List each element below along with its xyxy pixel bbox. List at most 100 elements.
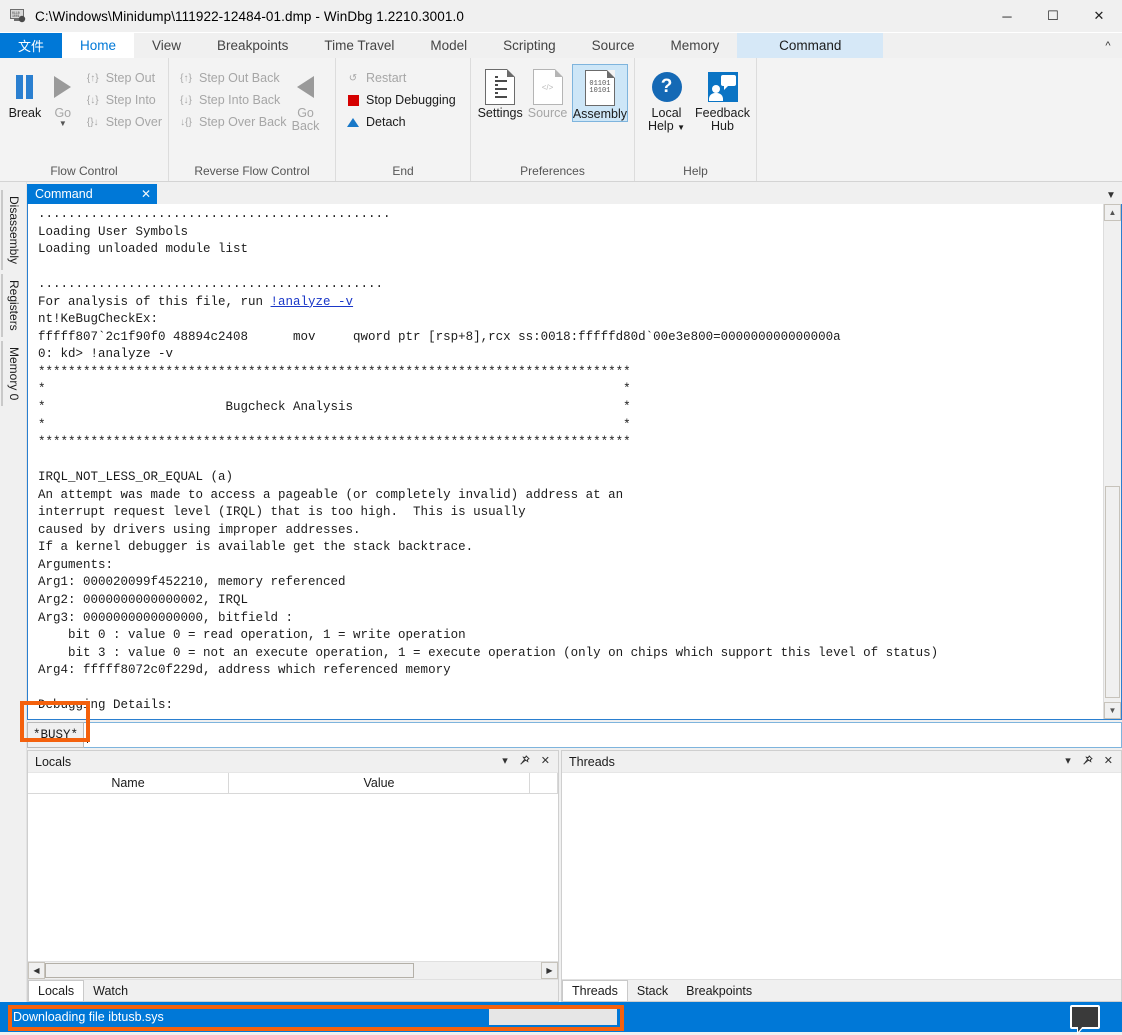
- ribbon-tab-breakpoints[interactable]: Breakpoints: [199, 33, 306, 58]
- threads-rows[interactable]: [562, 773, 1121, 979]
- ribbon-group-preferences: Settings </> Source 0110110101 Assembly …: [470, 58, 634, 181]
- locals-horizontal-scrollbar[interactable]: ◀ ▶: [28, 961, 558, 979]
- ribbon-tab-scripting[interactable]: Scripting: [485, 33, 574, 58]
- scrollbar-track[interactable]: [1104, 221, 1121, 702]
- close-icon[interactable]: ✕: [1104, 756, 1113, 767]
- locals-hscroll-track[interactable]: [45, 962, 541, 979]
- pin-icon[interactable]: [1082, 755, 1093, 769]
- step-out-button[interactable]: {↑} Step Out: [82, 67, 162, 89]
- ribbon-tab-strip: 文件 Home View Breakpoints Time Travel Mod…: [0, 33, 1122, 58]
- locals-rows[interactable]: [28, 794, 558, 961]
- break-button[interactable]: Break: [6, 64, 44, 120]
- go-back-button[interactable]: Go Back: [287, 64, 325, 133]
- maximize-button[interactable]: ☐: [1030, 0, 1076, 32]
- local-help-label: Local Help ▼: [642, 107, 692, 134]
- step-over-button[interactable]: {}↓ Step Over: [82, 111, 162, 133]
- tab-threads[interactable]: Threads: [562, 980, 628, 1001]
- restart-button[interactable]: ↺ Restart: [342, 67, 456, 89]
- stop-square-icon: [342, 95, 364, 106]
- minimize-button[interactable]: ─: [984, 0, 1030, 32]
- step-over-back-label: Step Over Back: [197, 115, 287, 129]
- download-progress-bar: [489, 1009, 617, 1025]
- step-out-back-button[interactable]: {↑} Step Out Back: [175, 67, 287, 89]
- tab-command[interactable]: Command ✕: [27, 184, 157, 204]
- sidebar-item-disassembly[interactable]: Disassembly: [1, 190, 25, 270]
- locals-dock-header: Locals ▾ ✕: [28, 751, 558, 773]
- source-button[interactable]: </> Source: [525, 64, 570, 120]
- local-help-button[interactable]: ? Local Help ▼: [642, 64, 692, 134]
- step-over-back-button[interactable]: ↓{} Step Over Back: [175, 111, 287, 133]
- chevron-down-icon[interactable]: ▼: [677, 123, 685, 132]
- settings-button[interactable]: Settings: [477, 64, 523, 120]
- ribbon-body: Break Go ▼ {↑} Step Out {↓} Step Into: [0, 58, 1122, 182]
- ribbon-tab-command[interactable]: Command: [737, 33, 883, 58]
- tab-stack[interactable]: Stack: [628, 980, 677, 1001]
- ribbon-tab-file[interactable]: 文件: [0, 33, 62, 58]
- command-output[interactable]: ........................................…: [28, 204, 1103, 719]
- ribbon-tab-time-travel[interactable]: Time Travel: [306, 33, 412, 58]
- sidebar-item-registers[interactable]: Registers: [1, 274, 25, 337]
- locals-hscroll-thumb[interactable]: [45, 963, 414, 978]
- tab-breakpoints[interactable]: Breakpoints: [677, 980, 761, 1001]
- ribbon-tab-model[interactable]: Model: [412, 33, 485, 58]
- command-pane: ........................................…: [27, 204, 1122, 720]
- feedback-chat-icon[interactable]: [1070, 1005, 1100, 1029]
- chevron-down-icon[interactable]: ▼: [59, 120, 67, 128]
- settings-label: Settings: [478, 107, 523, 120]
- step-into-back-button[interactable]: {↓} Step Into Back: [175, 89, 287, 111]
- threads-dock-tools: ▾ ✕: [1065, 755, 1117, 769]
- status-bar: Downloading file ibtusb.sys: [0, 1002, 1122, 1032]
- stop-debugging-button[interactable]: Stop Debugging: [342, 89, 456, 111]
- windbg-app-icon: 0110 1001: [9, 7, 27, 25]
- tab-locals[interactable]: Locals: [28, 980, 84, 1001]
- work-area: Disassembly Registers Memory 0 Command ✕…: [0, 182, 1122, 1002]
- column-header-spacer: [530, 773, 558, 793]
- chevron-up-icon[interactable]: ^: [1094, 33, 1122, 58]
- close-button[interactable]: ✕: [1076, 0, 1122, 32]
- ribbon-tab-view[interactable]: View: [134, 33, 199, 58]
- chevron-down-icon[interactable]: ▼: [1100, 190, 1122, 204]
- assembly-button[interactable]: 0110110101 Assembly: [572, 64, 628, 122]
- column-header-name[interactable]: Name: [28, 773, 229, 793]
- step-into-button[interactable]: {↓} Step Into: [82, 89, 162, 111]
- busy-indicator: *BUSY*: [27, 722, 84, 748]
- chevron-down-icon[interactable]: ▾: [1065, 756, 1071, 767]
- step-over-back-icon: ↓{}: [175, 117, 197, 128]
- document-tab-row: Command ✕ ▼: [27, 182, 1122, 204]
- column-header-value[interactable]: Value: [229, 773, 530, 793]
- go-button[interactable]: Go ▼: [44, 64, 82, 128]
- scroll-down-button[interactable]: ▼: [1104, 702, 1121, 719]
- close-icon[interactable]: ✕: [541, 756, 550, 767]
- close-icon[interactable]: ✕: [141, 187, 151, 201]
- chevron-down-icon[interactable]: ▾: [502, 756, 508, 767]
- threads-dock-tabs: Threads Stack Breakpoints: [562, 979, 1121, 1001]
- pin-icon[interactable]: [519, 755, 530, 769]
- scroll-up-button[interactable]: ▲: [1104, 204, 1121, 221]
- ribbon-tab-source[interactable]: Source: [574, 33, 653, 58]
- threads-dock: Threads ▾ ✕ Threads Stack Brea: [561, 750, 1122, 1002]
- scroll-right-button[interactable]: ▶: [541, 962, 558, 979]
- locals-dock-tabs: Locals Watch: [28, 979, 558, 1001]
- restart-label: Restart: [364, 71, 406, 85]
- command-output-text: ........................................…: [38, 206, 1103, 719]
- command-input[interactable]: [84, 722, 1122, 748]
- scroll-left-button[interactable]: ◀: [28, 962, 45, 979]
- scrollbar-thumb[interactable]: [1105, 486, 1120, 698]
- group-label-help: Help: [635, 161, 756, 181]
- restart-icon: ↺: [342, 73, 364, 84]
- assembly-binary-doc-icon: 0110110101: [585, 68, 615, 108]
- command-prompt-row: *BUSY*: [27, 722, 1122, 748]
- go-back-button-label: Go Back: [287, 107, 325, 133]
- detach-button[interactable]: Detach: [342, 111, 456, 133]
- command-output-scrollbar[interactable]: ▲ ▼: [1103, 204, 1121, 719]
- feedback-hub-button[interactable]: Feedback Hub: [696, 64, 750, 133]
- locals-dock-tools: ▾ ✕: [502, 755, 554, 769]
- group-label-preferences: Preferences: [471, 161, 634, 181]
- ribbon-tab-home[interactable]: Home: [62, 33, 134, 58]
- tab-watch[interactable]: Watch: [84, 980, 137, 1001]
- ribbon-tab-memory[interactable]: Memory: [652, 33, 737, 58]
- step-into-back-label: Step Into Back: [197, 93, 280, 107]
- flow-control-small-buttons: {↑} Step Out {↓} Step Into {}↓ Step Over: [82, 64, 162, 133]
- title-bar: 0110 1001 C:\Windows\Minidump\111922-124…: [0, 0, 1122, 33]
- sidebar-item-memory[interactable]: Memory 0: [1, 341, 25, 406]
